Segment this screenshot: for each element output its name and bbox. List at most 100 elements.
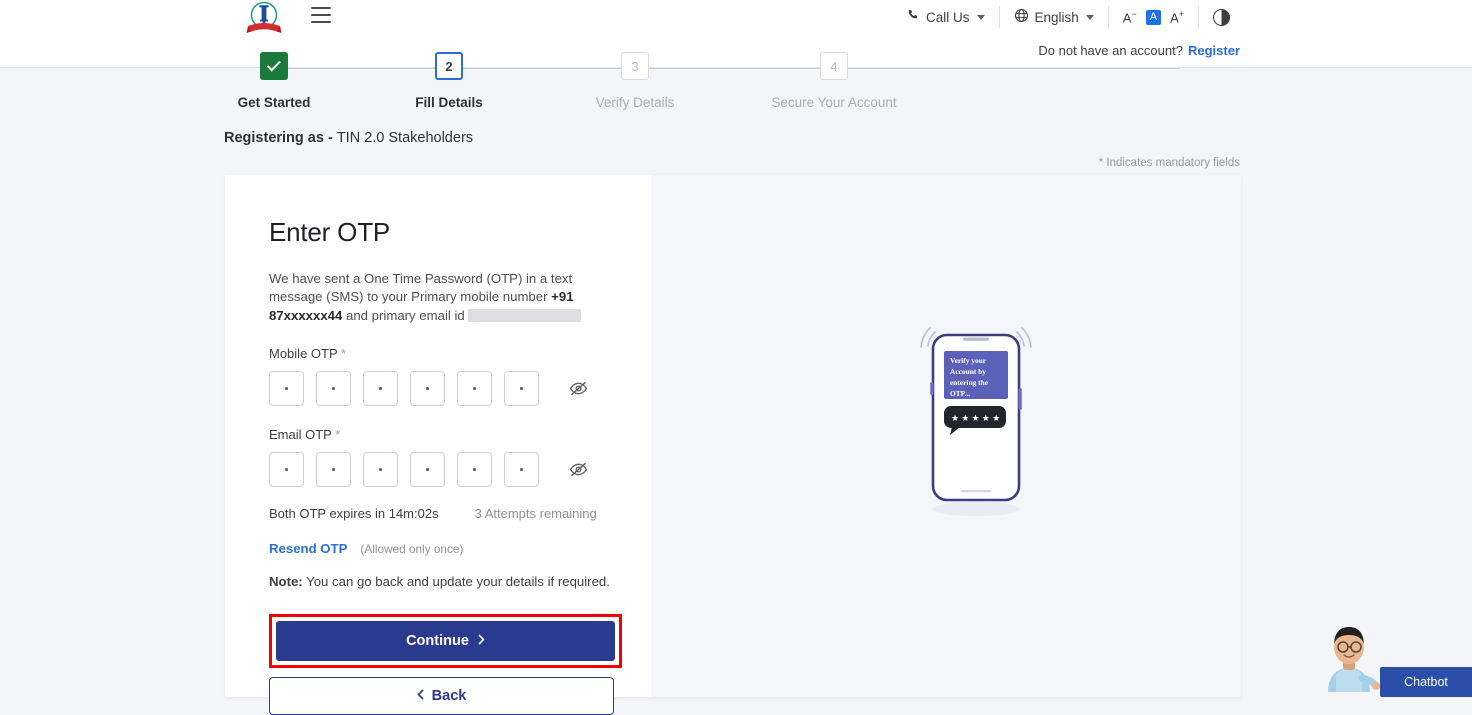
continue-button-label: Continue: [406, 633, 469, 649]
header-utility-bar: Call Us English A− A A+: [893, 6, 1244, 28]
chevron-left-icon: [417, 688, 424, 704]
otp-desc-part1: We have sent a One Time Password (OTP) i…: [269, 271, 572, 304]
phone-icon: [907, 9, 920, 25]
back-note: Note: You can go back and update your de…: [269, 574, 651, 589]
mobile-otp-digit-5[interactable]: [457, 371, 492, 406]
email-otp-digit-1[interactable]: [269, 452, 304, 487]
mobile-otp-digit-3[interactable]: [363, 371, 398, 406]
masked-digit: [379, 387, 382, 390]
chevron-right-icon: [478, 633, 485, 649]
language-selector[interactable]: English: [1000, 8, 1108, 26]
step-label: Secure Your Account: [754, 95, 914, 110]
step-secure-account[interactable]: 4 Secure Your Account: [754, 60, 914, 110]
step-badge-done: [260, 52, 288, 80]
chatbot-avatar-icon: [1318, 620, 1380, 697]
registering-as: Registering as - TIN 2.0 Stakeholders: [224, 130, 473, 146]
email-otp-digit-3[interactable]: [363, 452, 398, 487]
step-label: Fill Details: [369, 95, 529, 110]
masked-digit: [426, 468, 429, 471]
income-tax-emblem-logo[interactable]: [245, 1, 283, 37]
masked-digit: [473, 387, 476, 390]
step-get-started[interactable]: Get Started: [194, 60, 354, 110]
mobile-otp-input-group: [269, 371, 651, 406]
mobile-otp-digit-6[interactable]: [504, 371, 539, 406]
registering-as-value: TIN 2.0 Stakeholders: [337, 130, 473, 146]
required-star: *: [335, 427, 340, 442]
masked-digit: [285, 468, 288, 471]
phone-otp-illustration: Verify your Account by entering the OTP.…: [911, 310, 1041, 530]
step-badge-todo: 4: [820, 52, 848, 80]
step-label: Verify Details: [555, 95, 715, 110]
svg-text:★★★★★: ★★★★★: [951, 413, 1002, 423]
mobile-otp-digit-1[interactable]: [269, 371, 304, 406]
svg-text:OTP...: OTP...: [950, 389, 970, 398]
font-decrease-button[interactable]: A−: [1123, 10, 1137, 24]
mobile-otp-label: Mobile OTP *: [269, 346, 651, 361]
account-prompt-label: Do not have an account?: [1038, 43, 1183, 58]
resend-row: Resend OTP (Allowed only once): [269, 541, 651, 556]
back-button-label: Back: [432, 688, 467, 704]
continue-highlight-box: Continue: [269, 614, 622, 668]
check-icon: [266, 57, 280, 71]
masked-digit: [332, 468, 335, 471]
call-us-label: Call Us: [926, 10, 970, 25]
masked-digit: [520, 468, 523, 471]
mandatory-fields-note: * Indicates mandatory fields: [1099, 157, 1240, 169]
masked-digit: [285, 387, 288, 390]
chevron-down-icon: [977, 15, 985, 20]
step-fill-details[interactable]: 2 Fill Details: [369, 60, 529, 110]
svg-text:Verify your: Verify your: [950, 356, 987, 365]
chatbot-button[interactable]: Chatbot: [1380, 667, 1472, 697]
register-link[interactable]: Register: [1188, 43, 1240, 58]
account-prompt: Do not have an account? Register: [1038, 43, 1240, 58]
illustration-panel: Verify your Account by entering the OTP.…: [651, 175, 1241, 697]
otp-desc-part2: and primary email id: [342, 308, 468, 323]
email-otp-digit-6[interactable]: [504, 452, 539, 487]
mobile-otp-visibility-toggle-icon[interactable]: [569, 379, 588, 398]
contrast-icon: [1213, 9, 1230, 26]
otp-attempts-remaining: 3 Attempts remaining: [475, 506, 597, 521]
font-normal-button[interactable]: A: [1146, 10, 1161, 25]
site-header: Call Us English A− A A+: [0, 0, 1472, 68]
font-size-controls: A− A A+: [1109, 10, 1198, 25]
resend-otp-link[interactable]: Resend OTP: [269, 541, 347, 556]
step-badge-todo: 3: [621, 52, 649, 80]
step-verify-details[interactable]: 3 Verify Details: [555, 60, 715, 110]
otp-meta-row: Both OTP expires in 14m:02s 3 Attempts r…: [269, 506, 651, 521]
otp-card: Enter OTP We have sent a One Time Passwo…: [225, 175, 1241, 697]
step-label: Get Started: [194, 95, 354, 110]
mobile-otp-digit-2[interactable]: [316, 371, 351, 406]
required-star: *: [341, 346, 346, 361]
masked-email-redaction: [468, 309, 581, 322]
email-otp-visibility-toggle-icon[interactable]: [569, 460, 588, 479]
email-otp-digit-4[interactable]: [410, 452, 445, 487]
call-us-button[interactable]: Call Us: [893, 9, 999, 25]
note-text: You can go back and update your details …: [303, 574, 610, 589]
masked-digit: [332, 387, 335, 390]
globe-icon: [1014, 8, 1029, 26]
email-otp-label: Email OTP *: [269, 427, 651, 442]
continue-button[interactable]: Continue: [276, 621, 615, 661]
otp-expiry-timer: Both OTP expires in 14m:02s: [269, 506, 439, 521]
masked-digit: [379, 468, 382, 471]
page-title: Enter OTP: [269, 217, 651, 248]
svg-text:entering the: entering the: [950, 378, 989, 387]
contrast-toggle[interactable]: [1199, 9, 1244, 26]
chatbot-widget[interactable]: Chatbot: [1318, 620, 1472, 697]
email-otp-digit-2[interactable]: [316, 452, 351, 487]
masked-digit: [473, 468, 476, 471]
language-label: English: [1035, 10, 1079, 25]
registration-stepper: Get Started 2 Fill Details 3 Verify Deta…: [224, 60, 1240, 116]
otp-description: We have sent a One Time Password (OTP) i…: [269, 270, 614, 325]
chevron-down-icon: [1086, 15, 1094, 20]
masked-digit: [520, 387, 523, 390]
email-otp-digit-5[interactable]: [457, 452, 492, 487]
mobile-otp-digit-4[interactable]: [410, 371, 445, 406]
email-otp-input-group: [269, 452, 651, 487]
resend-note: (Allowed only once): [360, 542, 463, 556]
font-increase-button[interactable]: A+: [1170, 10, 1184, 24]
step-badge-current: 2: [435, 52, 463, 80]
hamburger-menu-icon[interactable]: [311, 7, 331, 23]
registering-as-prefix: Registering as -: [224, 130, 337, 146]
back-button[interactable]: Back: [269, 677, 614, 715]
